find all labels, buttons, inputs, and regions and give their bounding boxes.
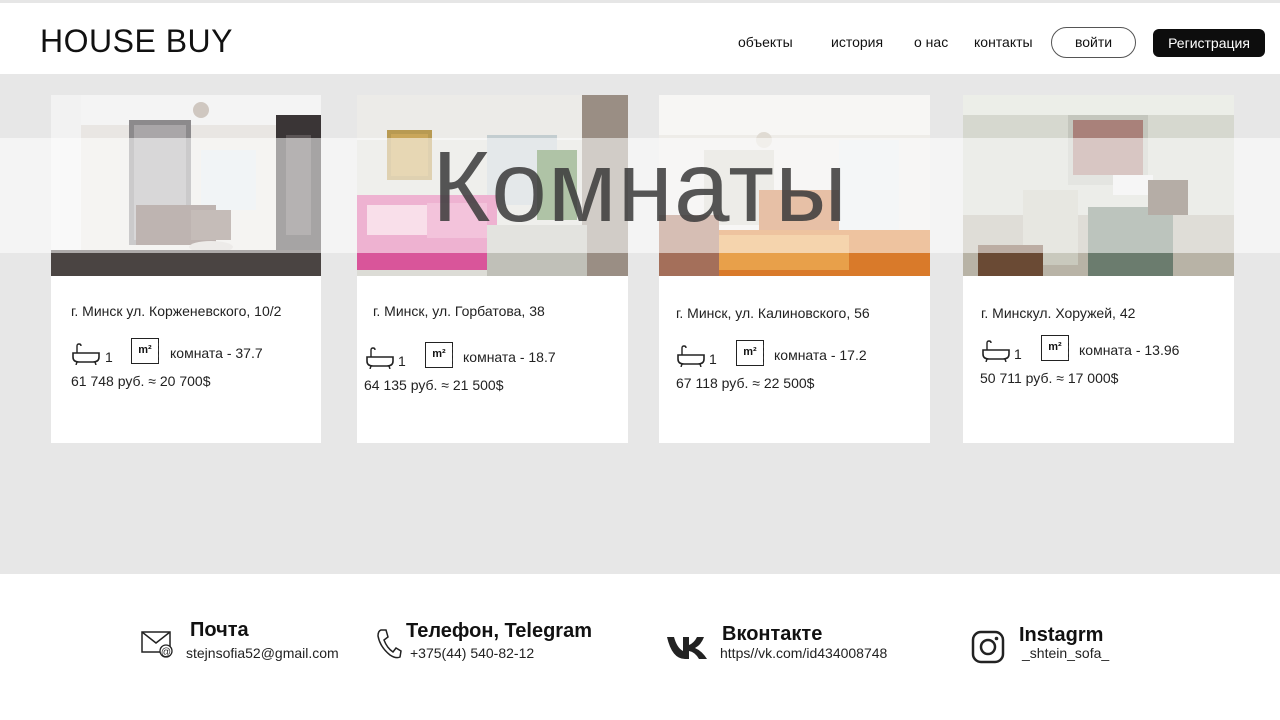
- register-button[interactable]: Регистрация: [1153, 29, 1265, 57]
- nav-contacts[interactable]: контакты: [974, 34, 1033, 50]
- listing-price: 64 135 руб. ≈ 21 500$: [364, 377, 504, 393]
- listing-area: комната - 37.7: [170, 345, 263, 361]
- area-icon: m²: [1041, 335, 1069, 361]
- banner-title: Комнаты: [432, 131, 848, 243]
- listing-address: г. Минск ул. Корженевского, 10/2: [71, 303, 282, 319]
- vk-value[interactable]: https//vk.com/id434008748: [720, 645, 887, 661]
- instagram-icon: [971, 630, 1005, 664]
- area-icon: m²: [736, 340, 764, 366]
- nav-objects[interactable]: объекты: [738, 34, 793, 50]
- footer: @ Почта stejnsofia52@gmail.com Телефон, …: [0, 574, 1280, 720]
- listing-area: комната - 17.2: [774, 347, 867, 363]
- listing-address: г. Минск, ул. Калиновского, 56: [676, 305, 870, 321]
- listing-area: комната - 18.7: [463, 349, 556, 365]
- listing-address: г. Минскул. Хоружей, 42: [981, 305, 1136, 321]
- bath-count: 1: [709, 351, 717, 367]
- instagram-value[interactable]: _shtein_sofa_: [1022, 645, 1109, 661]
- bath-count: 1: [105, 349, 113, 365]
- phone-value[interactable]: +375(44) 540-82-12: [410, 645, 534, 661]
- nav-about[interactable]: о нас: [914, 34, 948, 50]
- login-button[interactable]: войти: [1051, 27, 1136, 58]
- nav-history[interactable]: история: [831, 34, 883, 50]
- bathtub-icon: [982, 340, 1010, 362]
- listing-price: 61 748 руб. ≈ 20 700$: [71, 373, 211, 389]
- email-value[interactable]: stejnsofia52@gmail.com: [186, 645, 339, 661]
- area-icon: m²: [425, 342, 453, 368]
- listing-address: г. Минск, ул. Горбатова, 38: [373, 303, 545, 319]
- bath-count: 1: [1014, 346, 1022, 362]
- bath-count: 1: [398, 353, 406, 369]
- phone-icon: [377, 629, 402, 659]
- listing-area: комната - 13.96: [1079, 342, 1180, 358]
- bathtub-icon: [677, 345, 705, 367]
- header: HOUSE BUY объекты история о нас контакты…: [0, 0, 1280, 74]
- svg-text:@: @: [161, 647, 171, 658]
- listing-price: 50 711 руб. ≈ 17 000$: [980, 370, 1119, 386]
- site-logo[interactable]: HOUSE BUY: [40, 23, 233, 60]
- bathtub-icon: [72, 343, 100, 365]
- bathtub-icon: [366, 347, 394, 369]
- phone-title: Телефон, Telegram: [406, 620, 592, 642]
- listing-price: 67 118 руб. ≈ 22 500$: [676, 375, 815, 391]
- mail-icon: @: [141, 631, 173, 658]
- vk-icon: [667, 637, 707, 659]
- email-title: Почта: [190, 619, 249, 641]
- instagram-title: Instagrm: [1019, 624, 1104, 646]
- area-icon: m²: [131, 338, 159, 364]
- vk-title: Вконтакте: [722, 623, 823, 645]
